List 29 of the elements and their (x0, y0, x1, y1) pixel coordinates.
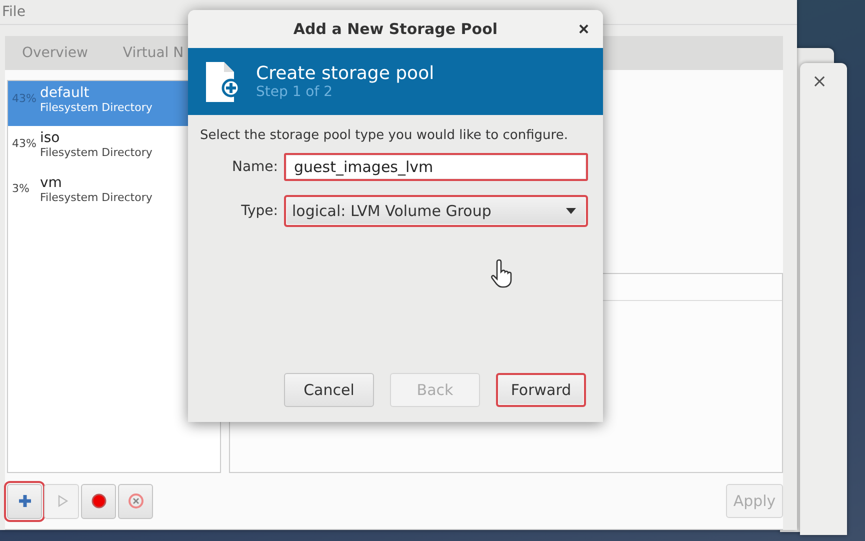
dialog-title: Add a New Storage Pool (293, 20, 498, 38)
stop-button[interactable] (81, 484, 116, 518)
pool-type: Filesystem Directory (40, 146, 152, 159)
dialog-button[interactable]: Cancel (284, 373, 374, 407)
caret-icon (566, 208, 576, 214)
type-dropdown[interactable]: logical: LVM Volume Group (284, 195, 588, 227)
instruction-text: Select the storage pool type you would like to configure. (200, 128, 569, 143)
delete-icon (128, 493, 144, 509)
usage-label: 43% (12, 137, 38, 150)
usage-label: 43% (12, 92, 38, 105)
name-field[interactable]: guest_images_lvm (284, 153, 588, 181)
usage-label: 3% (12, 182, 30, 195)
pool-type: Filesystem Directory (40, 191, 152, 204)
field-label: Type: (240, 203, 278, 219)
dialog-button[interactable]: Forward (496, 373, 586, 407)
plus-icon (16, 493, 32, 509)
step-label: Step 1 of 2 (256, 84, 334, 100)
pool-type: Filesystem Directory (40, 101, 152, 114)
field-label: Name: (230, 159, 278, 175)
delete-button[interactable] (118, 484, 153, 518)
banner-title: Create storage pool (256, 63, 434, 84)
record-icon (90, 493, 106, 509)
close-button[interactable]: × (812, 71, 828, 92)
pool-name: iso (40, 130, 61, 146)
pool-name: default (40, 85, 90, 101)
close-button[interactable]: × (578, 19, 589, 40)
new-document-icon (204, 60, 240, 104)
menu-item[interactable]: File (2, 4, 26, 20)
pool-name: vm (40, 175, 63, 191)
